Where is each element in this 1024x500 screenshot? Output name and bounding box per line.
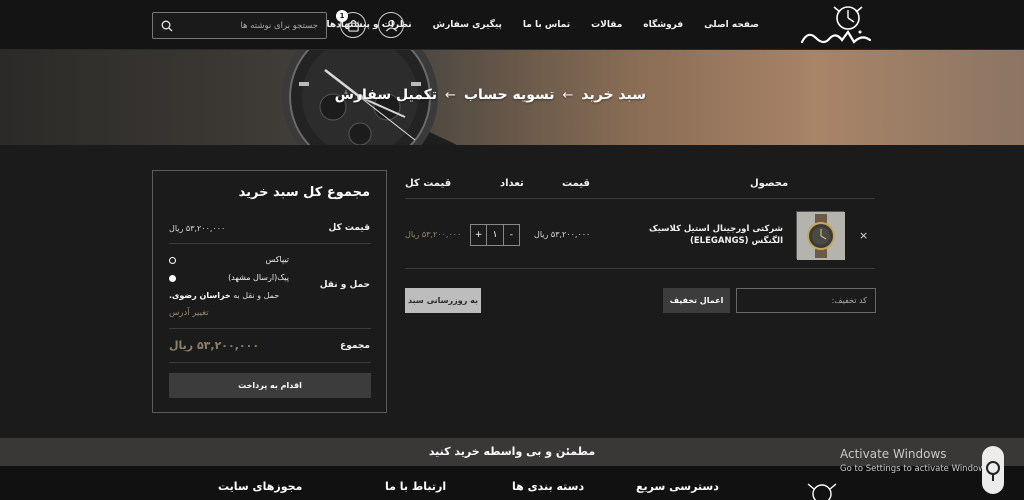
- nav-order-tracking[interactable]: پیگیری سفارش: [433, 20, 502, 30]
- shopping-bag-icon: [347, 19, 359, 32]
- footer-col-licenses: مجوزهای سایت: [218, 480, 303, 493]
- item-subtotal: ۵۳,۲۰۰,۰۰۰ ریال: [405, 230, 462, 239]
- subtotal-value: ۵۳,۲۰۰,۰۰۰ ریال: [169, 224, 226, 233]
- windows-activation-watermark: Activate Windows Go to Settings to activ…: [840, 447, 992, 474]
- shipping-destination-note: حمل و نقل به خراسان رضوی.: [169, 291, 309, 300]
- breadcrumb-checkout[interactable]: تسویه حساب: [464, 87, 555, 103]
- hero-banner: سبد خرید ← تسویه حساب ← تکمیل سفارش: [0, 50, 1024, 145]
- shipping-note-region: خراسان رضوی.: [169, 291, 231, 300]
- quantity-input[interactable]: ۱: [486, 225, 502, 245]
- search-box: [152, 12, 327, 39]
- nav-contact[interactable]: تماس با ما: [523, 20, 570, 30]
- breadcrumb-cart[interactable]: سبد خرید: [581, 87, 646, 103]
- floating-trust-badge[interactable]: [982, 446, 1004, 494]
- footer-col-quick-access: دسترسی سریع: [636, 480, 719, 493]
- divider: [405, 268, 875, 269]
- quantity-increase-button[interactable]: +: [471, 225, 486, 245]
- proceed-to-checkout-button[interactable]: اقدام به پرداخت: [169, 373, 371, 398]
- account-button[interactable]: [378, 12, 404, 38]
- column-header-quantity: تعداد: [500, 178, 524, 189]
- shipping-option-tipax[interactable]: تیپاکس: [169, 255, 290, 264]
- search-input[interactable]: [173, 20, 318, 31]
- divider: [169, 362, 371, 363]
- item-unit-price: ۵۳,۲۰۰,۰۰۰ ریال: [534, 230, 591, 239]
- shipping-note-prefix: حمل و نقل به: [233, 291, 280, 300]
- quantity-decrease-button[interactable]: -: [502, 225, 519, 245]
- cart-count-badge: 1: [336, 10, 348, 22]
- cart-totals-title: مجموع کل سبد خرید: [238, 185, 370, 200]
- footer-col-categories: دسته بندی ها: [512, 480, 585, 493]
- nav-articles[interactable]: مقالات: [591, 20, 622, 30]
- cart-totals-box: مجموع کل سبد خرید قیمت کل ۵۳,۲۰۰,۰۰۰ ریا…: [152, 170, 387, 413]
- shipping-option-label: تیپاکس: [265, 255, 290, 264]
- site-header: صفحه اصلی فروشگاه مقالات تماس با ما پیگی…: [0, 0, 1024, 50]
- search-icon[interactable]: [161, 20, 173, 32]
- watch-thumbnail-image: [797, 212, 845, 260]
- shipping-option-label: پیک(ارسال مشهد): [228, 273, 289, 282]
- subtotal-label: قیمت کل: [328, 223, 370, 233]
- footer-logo-icon: [807, 483, 837, 500]
- activate-subtitle: Go to Settings to activate Windows.: [840, 464, 993, 474]
- remove-item-button[interactable]: ×: [859, 229, 868, 242]
- divider: [169, 243, 371, 244]
- column-header-product: محصول: [750, 178, 789, 189]
- divider: [405, 198, 875, 199]
- checkout-breadcrumb: سبد خرید ← تسویه حساب ← تکمیل سفارش: [335, 87, 646, 103]
- divider: [169, 328, 371, 329]
- breadcrumb-separator: ←: [445, 87, 456, 103]
- nav-home[interactable]: صفحه اصلی: [704, 20, 759, 30]
- footer-col-contact: ارتباط با ما: [385, 480, 447, 493]
- product-name-link[interactable]: شرکتی اورجینال استیل کلاسیک الگنگس (ELEG…: [628, 223, 783, 247]
- shipping-option-courier[interactable]: پیک(ارسال مشهد): [169, 273, 289, 282]
- user-icon: [385, 19, 397, 31]
- breadcrumb-separator: ←: [562, 87, 574, 103]
- product-thumbnail[interactable]: [796, 211, 845, 260]
- site-logo[interactable]: [796, 4, 876, 48]
- order-total-value: ۵۳,۲۰۰,۰۰۰ ریال: [169, 339, 260, 352]
- nav-shop[interactable]: فروشگاه: [643, 20, 683, 30]
- badge-icon: [986, 461, 1000, 481]
- quantity-stepper: + ۱ -: [470, 224, 520, 246]
- order-total-label: مجموع: [340, 341, 370, 351]
- column-header-price: قیمت: [562, 178, 590, 189]
- breadcrumb-complete: تکمیل سفارش: [334, 87, 438, 103]
- change-address-link[interactable]: تغییر آدرس: [169, 308, 209, 318]
- coupon-input[interactable]: [736, 288, 876, 313]
- column-header-total: قیمت کل: [405, 178, 452, 189]
- activate-title: Activate Windows: [840, 447, 947, 461]
- update-cart-button[interactable]: به روزرسانی سبد: [405, 288, 481, 313]
- watch-logo-icon: [800, 6, 872, 44]
- shipping-label: حمل و نقل: [319, 280, 370, 290]
- apply-coupon-button[interactable]: اعمال تخفیف: [663, 288, 730, 313]
